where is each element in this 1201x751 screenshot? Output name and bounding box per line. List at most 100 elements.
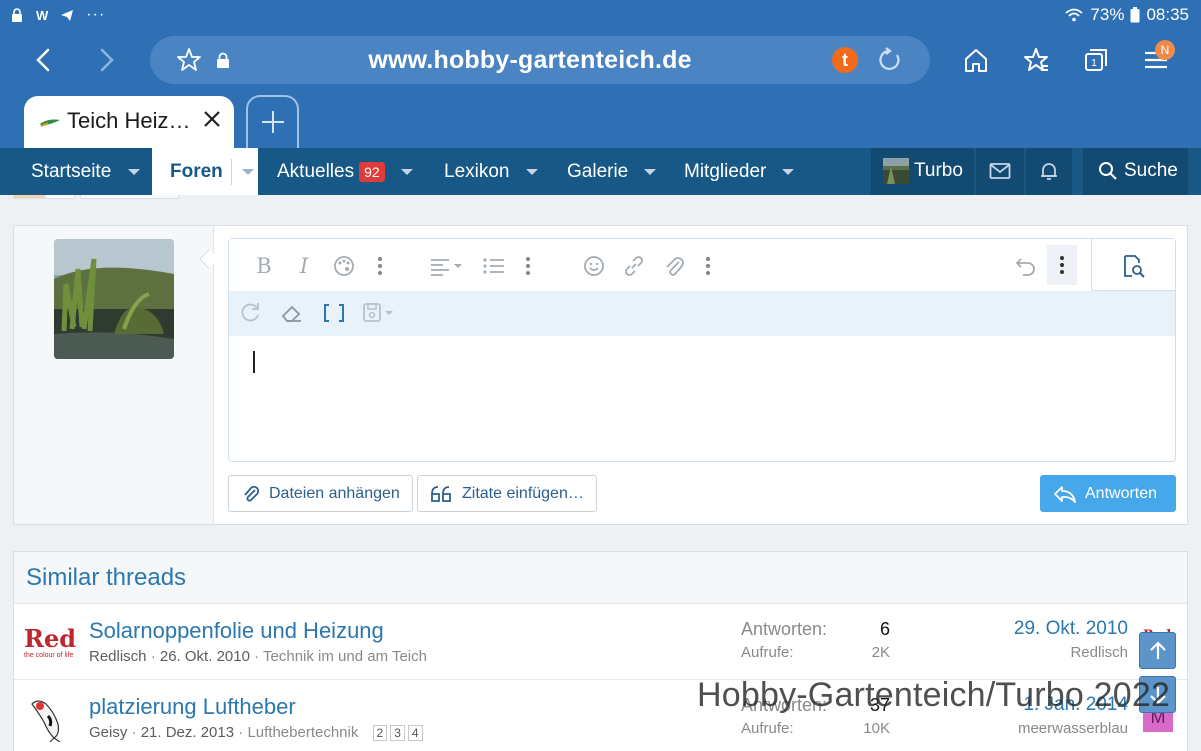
nav-galerie[interactable]: Galerie [567,148,657,195]
svg-text:t: t [842,50,848,70]
tapatalk-icon[interactable]: t [831,46,859,74]
status-icons-right: 73% 08:35 [1064,5,1189,25]
preview-button[interactable] [1091,239,1175,291]
close-tab-icon[interactable] [199,106,225,132]
attachment-icon[interactable] [661,253,687,279]
tab-favicon-icon [40,119,60,127]
active-tab[interactable]: Teich Heiz… [24,96,234,148]
back-icon[interactable] [24,40,64,80]
chevron-down-icon[interactable] [644,168,657,175]
search-button[interactable]: Suche [1083,148,1188,195]
page-link[interactable]: 3 [390,725,405,741]
search-label: Suche [1124,160,1178,181]
chevron-down-icon[interactable] [782,168,795,175]
bbcode-toggle-icon[interactable] [321,300,347,326]
thread-author[interactable]: Geisy [89,724,127,741]
thread-title-link[interactable]: Solarnoppenfolie und Heizung [89,618,384,644]
clock: 08:35 [1146,5,1189,24]
thread-meta: Redlisch · 26. Okt. 2010 · Technik im un… [89,648,427,665]
nav-startseite[interactable]: Startseite [31,148,141,195]
thread-pages: 2 3 4 [372,725,423,741]
svg-text:I: I [299,254,309,278]
scroll-top-button[interactable] [1139,632,1176,669]
thread-forum[interactable]: Lufthebertechnik [247,724,358,741]
palette-icon[interactable] [331,253,357,279]
status-bar: W ··· 73% 08:35 [0,0,1201,32]
text-cursor [253,351,255,373]
thread-title-link[interactable]: platzierung Luftheber [89,694,296,720]
more-vertical-icon[interactable] [695,253,721,279]
post-reply-button[interactable]: Antworten [1040,475,1176,512]
meta-separator: · [131,724,141,741]
aktuelles-count-badge: 92 [359,161,385,182]
more-vertical-icon [1060,256,1064,274]
thread-date: 21. Dez. 2013 [140,724,235,741]
insert-quotes-button[interactable]: Zitate einfügen… [417,475,597,512]
nav-mitglieder[interactable]: Mitglieder [684,148,795,195]
redo-icon[interactable] [237,300,263,326]
chevron-down-icon[interactable] [241,168,254,175]
eraser-icon[interactable] [279,300,305,326]
search-icon [1099,162,1117,180]
reply-icon [1054,485,1076,503]
save-draft-icon[interactable] [361,300,399,326]
thread-author-avatar [24,694,72,742]
chevron-down-icon[interactable] [525,168,538,175]
nav-lexikon-label: Lexikon [444,160,510,182]
page-link[interactable]: 2 [372,725,388,741]
more-vertical-icon[interactable] [515,253,541,279]
align-icon[interactable] [429,253,465,279]
bold-icon[interactable]: B [251,253,277,279]
thread-forum[interactable]: Technik im und am Teich [263,648,427,665]
nav-lexikon[interactable]: Lexikon [444,148,538,195]
home-icon[interactable] [962,46,990,74]
chevron-down-icon[interactable] [400,168,413,175]
address-bar[interactable]: www.hobby-gartenteich.de t [150,36,930,84]
last-post-user[interactable]: Redlisch [1070,644,1128,661]
alerts-button[interactable] [1026,148,1072,195]
nav-foren[interactable]: Foren [152,148,258,195]
italic-icon[interactable]: I [291,253,317,279]
editor-toolbar-primary: B I [229,239,1091,291]
views-label: Aufrufe: [741,720,794,737]
arrow-up-icon [1149,640,1166,659]
thread-author[interactable]: Redlisch [89,648,147,665]
tabs-icon[interactable]: 1 [1082,46,1110,74]
plus-icon [262,111,284,133]
svg-text:B: B [256,254,271,278]
chevron-down-icon[interactable] [128,168,141,175]
reload-icon[interactable] [876,46,904,74]
url-text[interactable]: www.hobby-gartenteich.de [150,46,910,75]
nav-mitglieder-label: Mitglieder [684,160,767,182]
thread-row[interactable]: Red the colour of life Solarnoppenfolie … [14,604,1187,680]
envelope-icon [989,163,1011,179]
rich-text-editor[interactable]: B I [228,238,1176,462]
wifi-icon [1065,8,1084,22]
notification-badge: N [1155,40,1175,60]
user-avatar [883,158,909,184]
new-tab-button[interactable] [246,95,299,148]
last-post-date[interactable]: 29. Okt. 2010 [1014,618,1128,640]
bookmarks-icon[interactable] [1022,46,1050,74]
more-toggle-active[interactable] [1047,245,1077,285]
forward-icon[interactable] [86,40,126,80]
attach-files-button[interactable]: Dateien anhängen [228,475,413,512]
nav-startseite-label: Startseite [31,160,112,182]
replies-label: Antworten: [741,619,828,639]
page-link[interactable]: 4 [407,725,423,741]
thread-author-avatar: Red the colour of life [24,618,76,666]
undo-icon[interactable] [1013,253,1039,279]
nav-aktuelles[interactable]: Aktuelles 92 [277,148,413,195]
views-label: Aufrufe: [741,644,794,661]
views-count: 2K [871,644,890,661]
user-menu[interactable]: Turbo [871,148,974,195]
list-icon[interactable] [481,253,507,279]
meta-separator: · [254,648,264,665]
emoji-icon[interactable] [581,253,607,279]
inbox-button[interactable] [976,148,1024,195]
link-icon[interactable] [621,253,647,279]
more-vertical-icon[interactable] [367,253,393,279]
nav-foren-label: Foren [170,160,223,182]
w-app-icon: W [36,7,49,23]
last-post-user[interactable]: meerwasserblau [1018,720,1128,737]
